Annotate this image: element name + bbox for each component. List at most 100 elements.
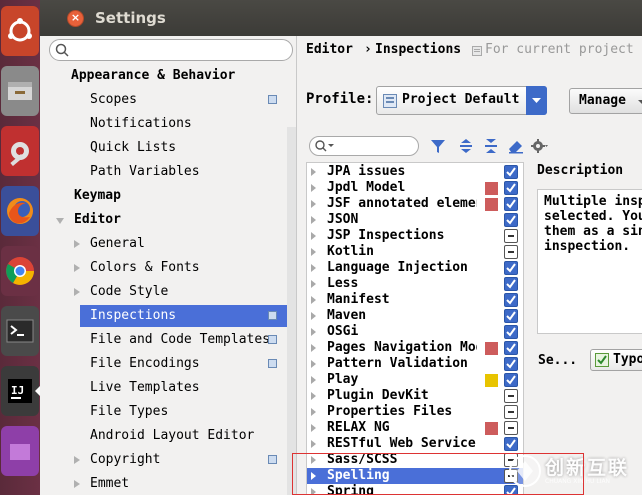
expand-arrow-icon[interactable] (311, 456, 316, 464)
expand-arrow-icon[interactable] (311, 216, 316, 224)
settings-tools-icon[interactable] (1, 126, 39, 176)
inspection-row[interactable]: Pattern Validation (307, 356, 523, 372)
expand-arrow-icon[interactable] (311, 248, 316, 256)
inspection-row[interactable]: Manifest (307, 292, 523, 308)
inspection-row[interactable]: OSGi (307, 324, 523, 340)
collapse-arrow-icon[interactable] (56, 218, 64, 224)
sidebar-item-keymap[interactable]: Keymap (40, 185, 287, 207)
expand-arrow-icon[interactable] (311, 312, 316, 320)
manage-button[interactable]: Manage (569, 88, 642, 114)
sidebar-item-quick-lists[interactable]: Quick Lists (40, 137, 287, 159)
sidebar-item-file-and-code-templates[interactable]: File and Code Templates (40, 329, 287, 351)
inspection-row[interactable]: Language Injection (307, 260, 523, 276)
inspection-row[interactable]: JSON (307, 212, 523, 228)
inspection-row[interactable]: RELAX NG (307, 420, 523, 436)
expand-arrow-icon[interactable] (311, 328, 316, 336)
expand-arrow-icon[interactable] (311, 184, 316, 192)
expand-arrow-icon[interactable] (74, 240, 80, 248)
expand-arrow-icon[interactable] (311, 472, 316, 480)
inspection-checkbox[interactable] (504, 277, 518, 291)
expand-arrow-icon[interactable] (311, 168, 316, 176)
inspection-checkbox[interactable] (504, 421, 518, 435)
gear-icon[interactable] (530, 136, 550, 156)
severity-dropdown[interactable]: Typo (590, 349, 642, 371)
inspection-checkbox[interactable] (504, 181, 518, 195)
settings-search-input[interactable] (49, 39, 293, 61)
inspection-row[interactable]: Spring (307, 484, 523, 494)
inspection-row[interactable]: Properties Files (307, 404, 523, 420)
files-icon[interactable] (1, 66, 39, 116)
intellij-icon[interactable]: IJ (1, 366, 39, 416)
inspection-row[interactable]: Plugin DevKit (307, 388, 523, 404)
expand-arrow-icon[interactable] (311, 296, 316, 304)
inspection-checkbox[interactable] (504, 309, 518, 323)
sidebar-item-copyright[interactable]: Copyright (40, 449, 287, 471)
sidebar-item-editor[interactable]: Editor (40, 209, 287, 231)
inspection-row[interactable]: JSP Inspections (307, 228, 523, 244)
inspection-row[interactable]: Kotlin (307, 244, 523, 260)
sidebar-item-path-variables[interactable]: Path Variables (40, 161, 287, 183)
expand-arrow-icon[interactable] (311, 408, 316, 416)
expand-arrow-icon[interactable] (74, 288, 80, 296)
close-window-button[interactable]: × (67, 10, 84, 27)
sidebar-item-live-templates[interactable]: Live Templates (40, 377, 287, 399)
expand-arrow-icon[interactable] (311, 344, 316, 352)
inspection-checkbox[interactable] (504, 197, 518, 211)
inspection-checkbox[interactable] (504, 213, 518, 227)
inspection-checkbox[interactable] (504, 357, 518, 371)
inspection-row[interactable]: Jpdl Model (307, 180, 523, 196)
firefox-icon[interactable] (1, 186, 39, 236)
expand-all-icon[interactable] (456, 136, 476, 156)
inspection-row[interactable]: Spelling (307, 468, 523, 484)
expand-arrow-icon[interactable] (311, 376, 316, 384)
expand-arrow-icon[interactable] (311, 440, 316, 448)
inspection-filter-input[interactable] (309, 136, 419, 156)
inspection-row[interactable]: RESTful Web Service (307, 436, 523, 452)
expand-arrow-icon[interactable] (311, 280, 316, 288)
sidebar-item-inspections[interactable]: Inspections (80, 305, 287, 327)
reset-to-default-icon[interactable] (506, 136, 526, 156)
inspection-checkbox[interactable] (504, 245, 518, 259)
profile-dropdown-arrow[interactable] (526, 86, 547, 115)
collapse-all-icon[interactable] (481, 136, 501, 156)
inspection-row[interactable]: Less (307, 276, 523, 292)
sidebar-item-file-types[interactable]: File Types (40, 401, 287, 423)
expand-arrow-icon[interactable] (311, 200, 316, 208)
inspection-row[interactable]: Sass/SCSS (307, 452, 523, 468)
inspection-checkbox[interactable] (504, 229, 518, 243)
expand-arrow-icon[interactable] (311, 360, 316, 368)
sidebar-item-scopes[interactable]: Scopes (40, 89, 287, 111)
breadcrumb-parent[interactable]: Editor (306, 42, 353, 57)
expand-arrow-icon[interactable] (74, 480, 80, 488)
sidebar-item-android-layout-editor[interactable]: Android Layout Editor (40, 425, 287, 447)
terminal-icon[interactable] (1, 306, 39, 356)
purple-app-icon[interactable] (1, 426, 39, 476)
inspection-checkbox[interactable] (504, 389, 518, 403)
inspection-row[interactable]: JSF annotated elements (307, 196, 523, 212)
sidebar-item-general[interactable]: General (40, 233, 287, 255)
inspection-row[interactable]: Pages Navigation Model (307, 340, 523, 356)
profile-dropdown[interactable]: Project Default (376, 86, 547, 115)
filter-icon[interactable] (428, 136, 448, 156)
ubuntu-logo-icon[interactable] (1, 6, 39, 56)
inspection-list[interactable]: JPA issuesJpdl ModelJSF annotated elemen… (306, 162, 524, 495)
tree-scrollbar[interactable] (287, 127, 296, 495)
inspection-checkbox[interactable] (504, 325, 518, 339)
sidebar-item-appearance-behavior[interactable]: Appearance & Behavior (40, 65, 287, 87)
inspection-checkbox[interactable] (504, 341, 518, 355)
expand-arrow-icon[interactable] (311, 264, 316, 272)
expand-arrow-icon[interactable] (311, 392, 316, 400)
inspection-checkbox[interactable] (504, 373, 518, 387)
inspection-row[interactable]: Maven (307, 308, 523, 324)
expand-arrow-icon[interactable] (311, 488, 316, 494)
sidebar-item-colors-fonts[interactable]: Colors & Fonts (40, 257, 287, 279)
inspection-row[interactable]: Play (307, 372, 523, 388)
inspection-checkbox[interactable] (504, 165, 518, 179)
inspection-checkbox[interactable] (504, 293, 518, 307)
inspection-row[interactable]: JPA issues (307, 164, 523, 180)
sidebar-item-file-encodings[interactable]: File Encodings (40, 353, 287, 375)
inspection-checkbox[interactable] (504, 405, 518, 419)
inspection-checkbox[interactable] (504, 261, 518, 275)
sidebar-item-emmet[interactable]: Emmet (40, 473, 287, 495)
expand-arrow-icon[interactable] (74, 456, 80, 464)
